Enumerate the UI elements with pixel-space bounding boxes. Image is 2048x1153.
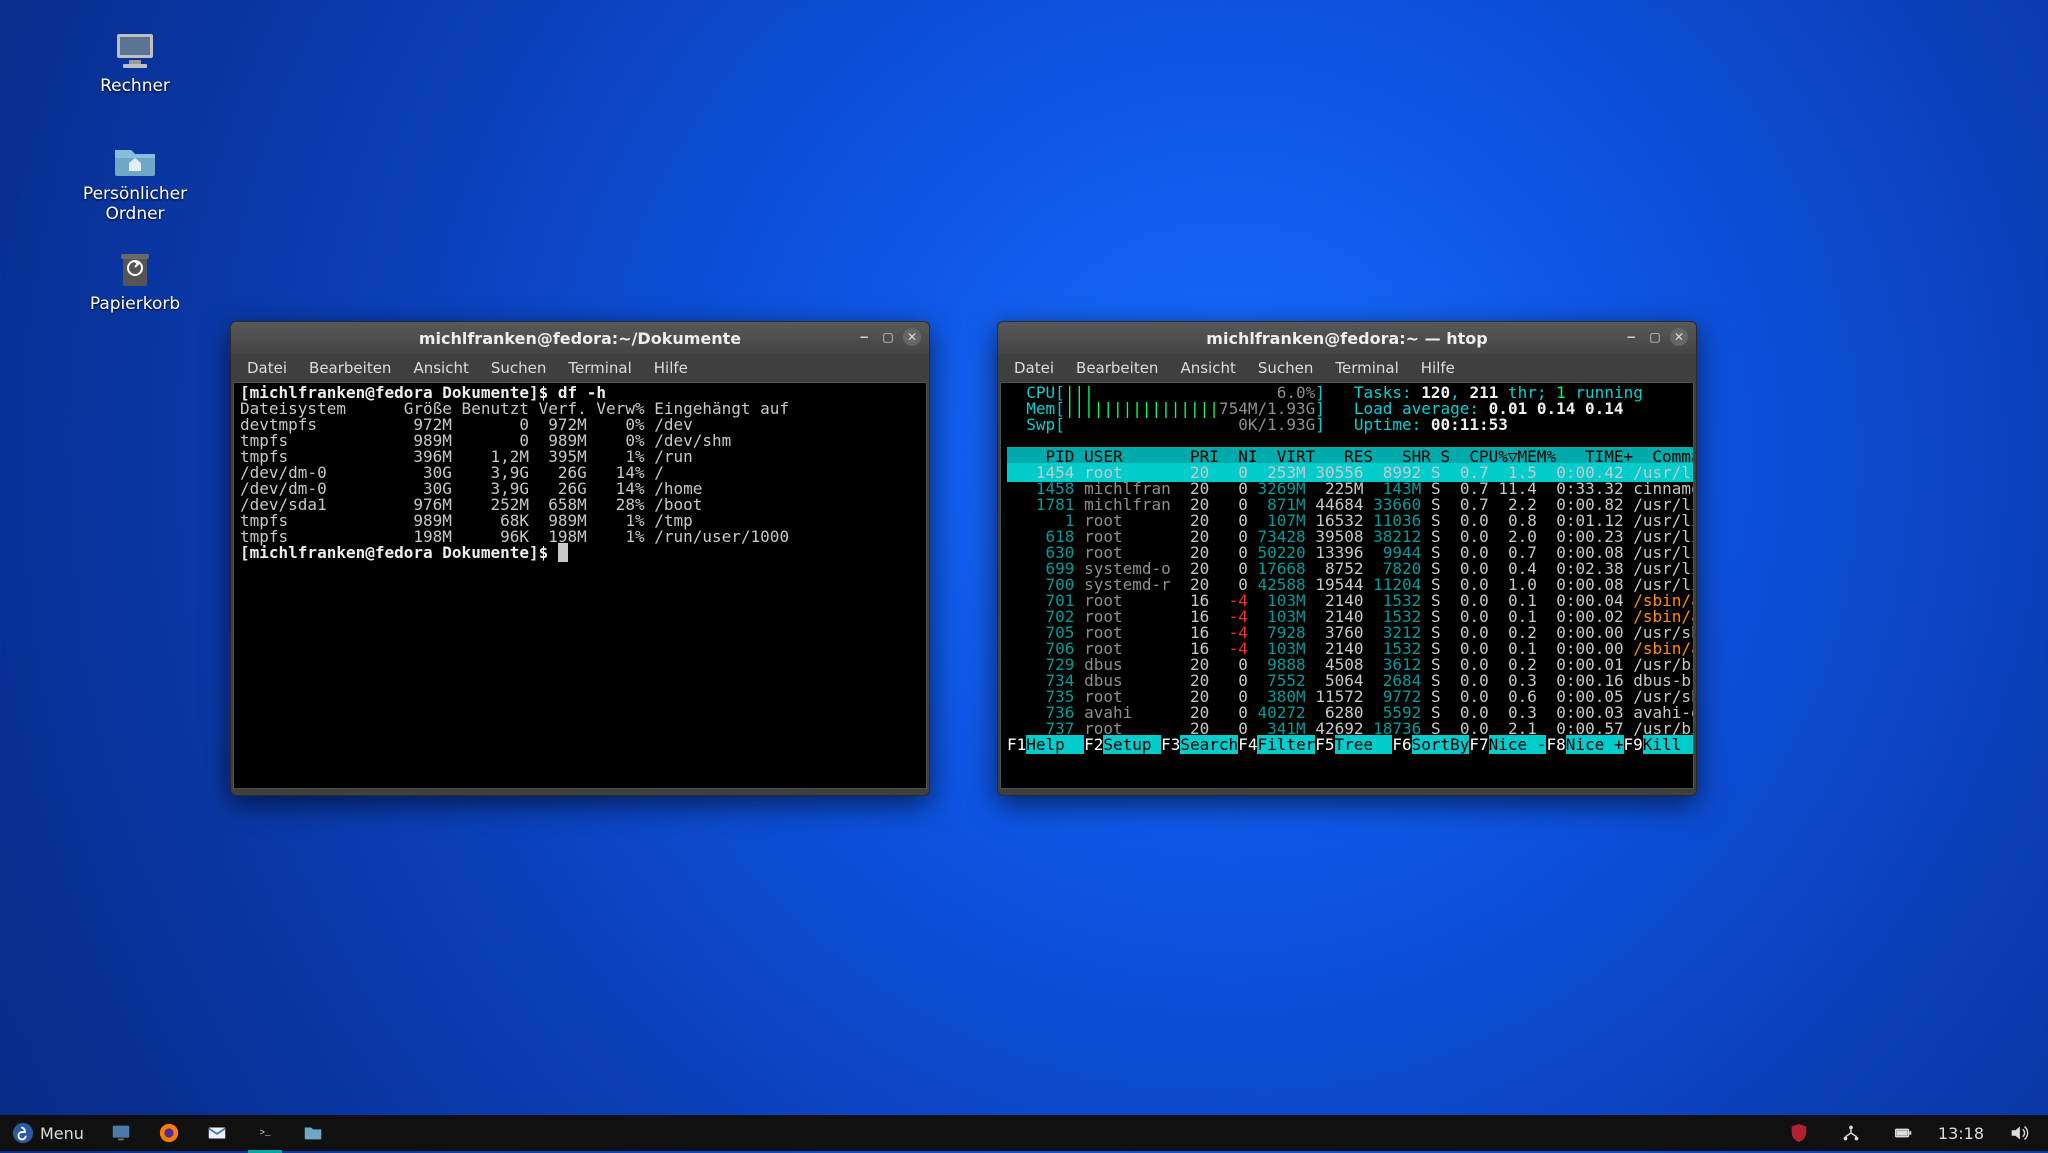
window-maximize-button[interactable]: ▢: [1646, 328, 1664, 346]
menu-bearbeiten[interactable]: Bearbeiten: [1076, 359, 1158, 377]
menu-datei[interactable]: Datei: [1014, 359, 1054, 377]
taskbar-app-terminal[interactable]: >_: [248, 1114, 282, 1153]
firefox-icon: [158, 1122, 180, 1144]
mail-icon: [206, 1122, 228, 1144]
desktop-icon-trash[interactable]: Papierkorb: [60, 248, 210, 314]
tray-clock[interactable]: 13:18: [1938, 1124, 1984, 1143]
folder-icon: [302, 1122, 324, 1144]
htop-output[interactable]: CPU[||| 6.0%] Tasks: 120, 211 thr; 1 run…: [1000, 382, 1694, 789]
menu-suchen[interactable]: Suchen: [491, 359, 547, 377]
menu-datei[interactable]: Datei: [247, 359, 287, 377]
desktop-icon-label: Persönlicher Ordner: [60, 184, 210, 224]
computer-icon: [111, 30, 159, 72]
start-menu-button[interactable]: Menu: [6, 1115, 90, 1151]
menu-ansicht[interactable]: Ansicht: [1180, 359, 1235, 377]
window-minimize-button[interactable]: −: [1622, 328, 1640, 346]
window-title: michlfranken@fedora:~/Dokumente: [419, 329, 741, 348]
menu-hilfe[interactable]: Hilfe: [1421, 359, 1455, 377]
terminal-icon: >_: [254, 1121, 276, 1143]
terminal-menubar: Datei Bearbeiten Ansicht Suchen Terminal…: [998, 354, 1696, 382]
tray-security[interactable]: [1782, 1115, 1816, 1151]
desktop-icon-label: Rechner: [100, 76, 170, 96]
terminal-window-df[interactable]: michlfranken@fedora:~/Dokumente − ▢ ✕ Da…: [230, 321, 930, 796]
terminal-window-htop[interactable]: michlfranken@fedora:~ — htop − ▢ ✕ Datei…: [997, 321, 1697, 796]
network-icon: [1840, 1122, 1862, 1144]
desktop-icon: [110, 1122, 132, 1144]
taskbar-app-mail[interactable]: [200, 1115, 234, 1151]
window-titlebar[interactable]: michlfranken@fedora:~ — htop − ▢ ✕: [998, 322, 1696, 354]
battery-icon: [1892, 1122, 1914, 1144]
taskbar-show-desktop[interactable]: [104, 1115, 138, 1151]
svg-text:>_: >_: [259, 1126, 270, 1137]
menu-hilfe[interactable]: Hilfe: [654, 359, 688, 377]
start-menu-label: Menu: [40, 1124, 84, 1143]
window-maximize-button[interactable]: ▢: [879, 328, 897, 346]
menu-terminal[interactable]: Terminal: [568, 359, 631, 377]
shield-icon: [1788, 1122, 1810, 1144]
window-title: michlfranken@fedora:~ — htop: [1206, 329, 1487, 348]
window-close-button[interactable]: ✕: [903, 328, 921, 346]
tray-network[interactable]: [1834, 1115, 1868, 1151]
menu-suchen[interactable]: Suchen: [1258, 359, 1314, 377]
terminal-menubar: Datei Bearbeiten Ansicht Suchen Terminal…: [231, 354, 929, 382]
trash-icon: [111, 248, 159, 290]
tray-battery[interactable]: [1886, 1115, 1920, 1151]
terminal-output[interactable]: [michlfranken@fedora Dokumente]$ df -h D…: [233, 382, 927, 789]
window-minimize-button[interactable]: −: [855, 328, 873, 346]
desktop-icon-home[interactable]: Persönlicher Ordner: [60, 138, 210, 224]
desktop-icon-computer[interactable]: Rechner: [60, 30, 210, 96]
menu-bearbeiten[interactable]: Bearbeiten: [309, 359, 391, 377]
taskbar-app-files[interactable]: [296, 1115, 330, 1151]
menu-ansicht[interactable]: Ansicht: [413, 359, 468, 377]
fedora-icon: [12, 1122, 34, 1144]
menu-terminal[interactable]: Terminal: [1335, 359, 1398, 377]
taskbar: Menu >_ 13:18: [0, 1115, 2048, 1151]
window-titlebar[interactable]: michlfranken@fedora:~/Dokumente − ▢ ✕: [231, 322, 929, 354]
volume-icon: [2008, 1122, 2030, 1144]
tray-volume[interactable]: [2002, 1115, 2036, 1151]
window-close-button[interactable]: ✕: [1670, 328, 1688, 346]
home-folder-icon: [111, 138, 159, 180]
desktop-icon-label: Papierkorb: [90, 294, 180, 314]
taskbar-app-firefox[interactable]: [152, 1115, 186, 1151]
